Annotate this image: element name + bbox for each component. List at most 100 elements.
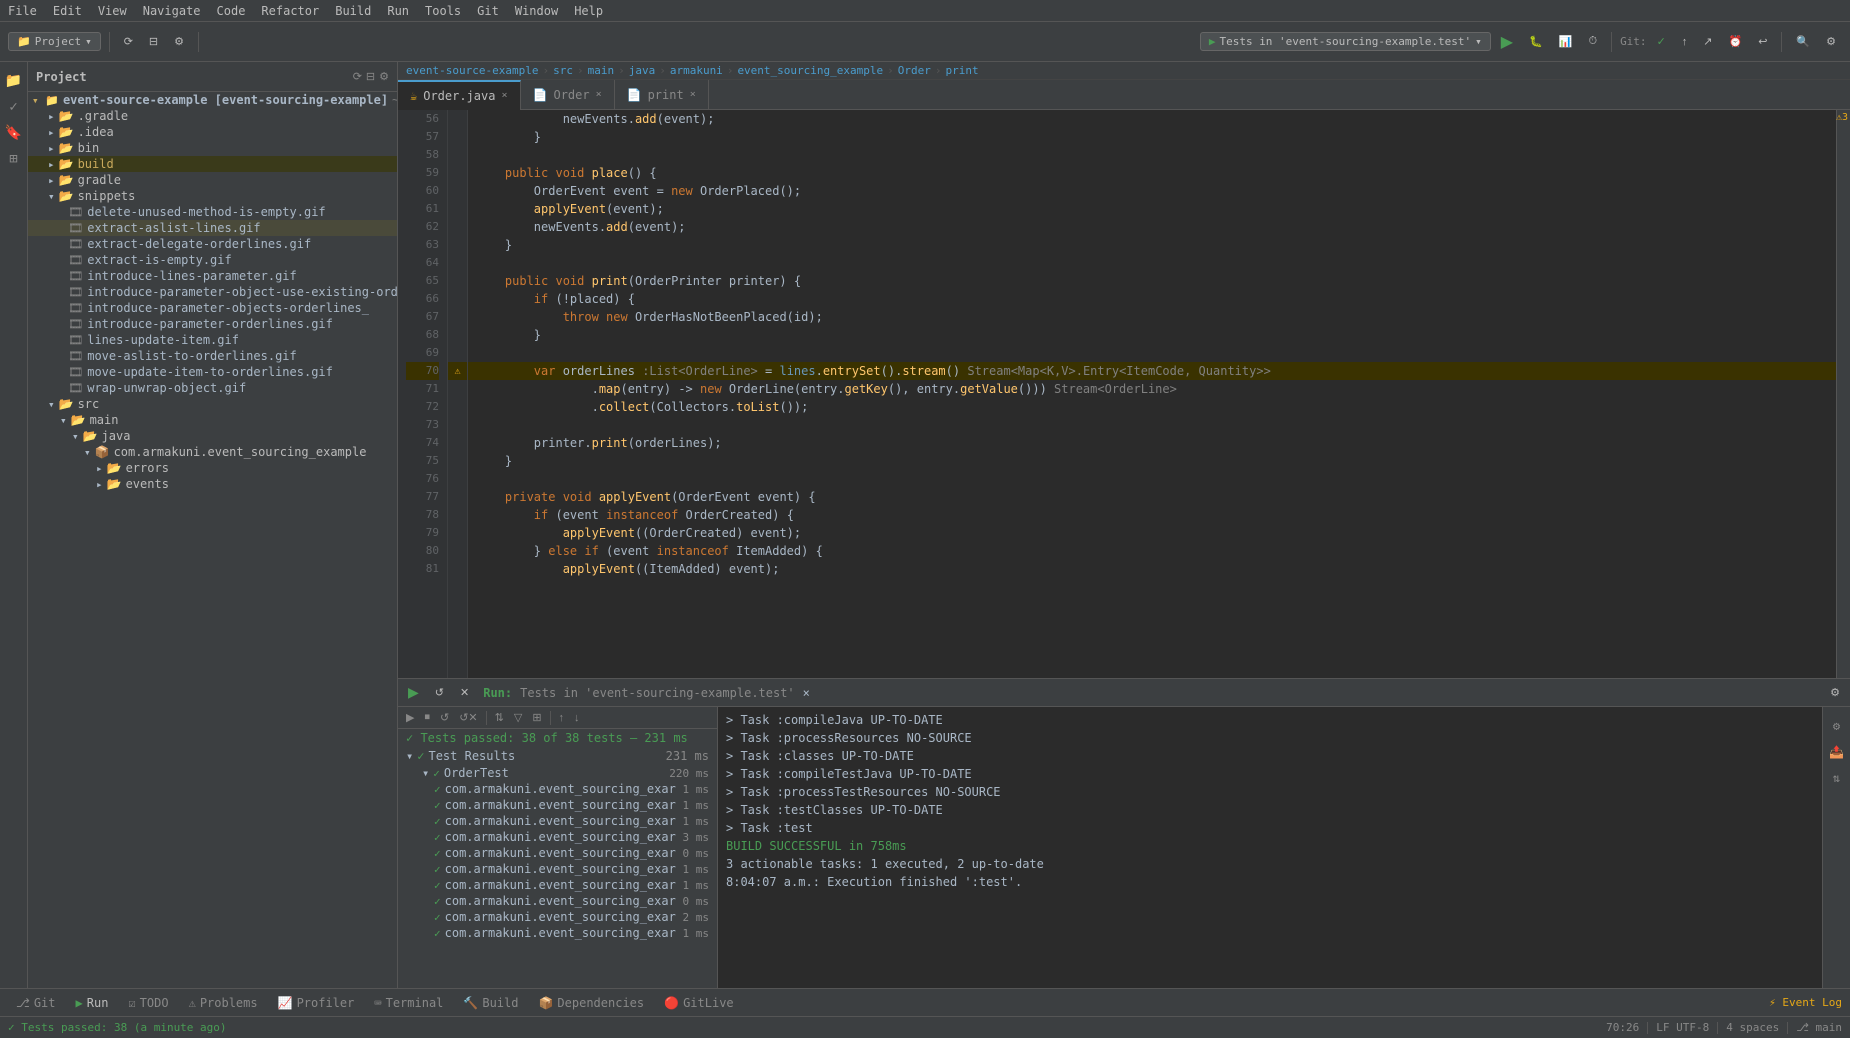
menu-file[interactable]: File [8, 4, 37, 18]
menu-git[interactable]: Git [477, 4, 499, 18]
code-content[interactable]: newEvents.add(event); } public void plac… [468, 110, 1836, 678]
project-view-btn[interactable]: 📁 [3, 70, 25, 92]
test-expand-btn[interactable]: ⊞ [528, 709, 545, 726]
menu-view[interactable]: View [98, 4, 127, 18]
bottom-tab-problems[interactable]: ⚠ Problems [181, 994, 266, 1012]
breadcrumb-java[interactable]: main [588, 64, 615, 77]
commit-btn[interactable]: ✓ [3, 96, 25, 118]
bookmarks-btn[interactable]: 🔖 [3, 122, 25, 144]
tab-order-java-close[interactable]: × [501, 90, 507, 101]
tree-item-bin[interactable]: ▸ 📂 bin [28, 140, 397, 156]
test-item-ordertest[interactable]: ▾ ✓ OrderTest 220 ms [398, 765, 717, 781]
tree-item-src[interactable]: ▾ 📂 src [28, 396, 397, 412]
tree-item-gradle[interactable]: ▸ 📂 .gradle [28, 108, 397, 124]
structure-btn[interactable]: ⊞ [3, 148, 25, 170]
run-rerun-btn[interactable]: ↺ [429, 684, 450, 701]
tree-item-gif2[interactable]: 🎞 extract-aslist-lines.gif [28, 220, 397, 236]
menu-navigate[interactable]: Navigate [143, 4, 201, 18]
test-stop-btn[interactable]: ⏹ [420, 709, 434, 726]
search-btn[interactable]: 🔍 [1790, 33, 1816, 50]
tree-item-gradle2[interactable]: ▸ 📂 gradle [28, 172, 397, 188]
test-subitem-10[interactable]: ✓ com.armakuni.event_sourcing_exar 1 ms [398, 925, 717, 941]
git-revert-btn[interactable]: ↩ [1752, 33, 1773, 50]
coverage-btn[interactable]: 📊 [1553, 33, 1579, 50]
tree-root[interactable]: ▾ 📁 event-source-example [event-sourcing… [28, 92, 397, 108]
tree-item-gif1[interactable]: 🎞 delete-unused-method-is-empty.gif [28, 204, 397, 220]
settings-btn[interactable]: ⚙ [168, 33, 190, 50]
bottom-tab-git[interactable]: ⎇ Git [8, 994, 64, 1012]
tab-print[interactable]: 📄 print × [615, 80, 709, 110]
tree-item-errors[interactable]: ▸ 📂 errors [28, 460, 397, 476]
tab-print-close[interactable]: × [690, 89, 696, 100]
test-subitem-8[interactable]: ✓ com.armakuni.event_sourcing_exar 0 ms [398, 893, 717, 909]
test-subitem-9[interactable]: ✓ com.armakuni.event_sourcing_exar 2 ms [398, 909, 717, 925]
test-rerun-failed-btn[interactable]: ↺✕ [455, 709, 481, 726]
sidebar-sync-btn[interactable]: ⟳ [353, 70, 362, 83]
status-position[interactable]: 70:26 [1606, 1021, 1639, 1034]
breadcrumb-src[interactable]: event-source-example [406, 64, 538, 77]
test-filter-btn[interactable]: ▽ [510, 709, 526, 726]
menu-window[interactable]: Window [515, 4, 558, 18]
tree-item-gif3[interactable]: 🎞 extract-delegate-orderlines.gif [28, 236, 397, 252]
run-configuration[interactable]: ▶ Tests in 'event-sourcing-example.test'… [1200, 32, 1491, 51]
bottom-tab-dependencies[interactable]: 📦 Dependencies [530, 994, 652, 1012]
sidebar-collapse-btn[interactable]: ⊟ [366, 70, 375, 83]
bottom-tab-profiler[interactable]: 📈 Profiler [270, 994, 363, 1012]
bottom-tab-terminal[interactable]: ⌨ Terminal [366, 994, 451, 1012]
sync-btn[interactable]: ⟳ [118, 33, 139, 50]
test-header-root[interactable]: ▾ ✓ Test Results 231 ms [398, 747, 717, 765]
tree-item-gif5[interactable]: 🎞 introduce-lines-parameter.gif [28, 268, 397, 284]
tab-order-java[interactable]: ☕ Order.java × [398, 80, 521, 110]
tree-item-snippets[interactable]: ▾ 📂 snippets [28, 188, 397, 204]
tab-order-close[interactable]: × [596, 89, 602, 100]
settings-gear-btn[interactable]: ⚙ [1820, 33, 1842, 50]
sidebar-settings-btn[interactable]: ⚙ [379, 70, 389, 83]
test-subitem-2[interactable]: ✓ com.armakuni.event_sourcing_exar 1 ms [398, 797, 717, 813]
run-settings-btn[interactable]: ⚙ [1824, 684, 1846, 701]
breadcrumb-order[interactable]: Order [898, 64, 931, 77]
menu-code[interactable]: Code [217, 4, 246, 18]
bottom-tab-run[interactable]: ▶ Run [68, 994, 117, 1012]
menu-tools[interactable]: Tools [425, 4, 461, 18]
breadcrumb-main[interactable]: src [553, 64, 573, 77]
tree-item-gif4[interactable]: 🎞 extract-is-empty.gif [28, 252, 397, 268]
bottom-tab-build[interactable]: 🔨 Build [455, 994, 526, 1012]
right-strip-btn3[interactable]: ⇅ [1826, 767, 1848, 789]
menu-help[interactable]: Help [574, 4, 603, 18]
run-close-x[interactable]: × [803, 686, 810, 700]
profile-btn[interactable]: ⏱ [1582, 33, 1603, 50]
test-run-btn[interactable]: ▶ [402, 709, 418, 726]
tree-item-events[interactable]: ▸ 📂 events [28, 476, 397, 492]
test-subitem-3[interactable]: ✓ com.armakuni.event_sourcing_exar 1 ms [398, 813, 717, 829]
test-subitem-5[interactable]: ✓ com.armakuni.event_sourcing_exar 0 ms [398, 845, 717, 861]
tree-item-gif12[interactable]: 🎞 wrap-unwrap-object.gif [28, 380, 397, 396]
right-strip-btn1[interactable]: ⚙ [1826, 715, 1848, 737]
menu-run[interactable]: Run [387, 4, 409, 18]
tree-item-gif6[interactable]: 🎞 introduce-parameter-object-use-existin… [28, 284, 397, 300]
test-sort-btn[interactable]: ⇅ [491, 709, 508, 726]
bottom-tab-gitlive[interactable]: 🔴 GitLive [656, 994, 742, 1012]
tree-item-idea[interactable]: ▸ 📂 .idea [28, 124, 397, 140]
tree-item-gif10[interactable]: 🎞 move-aslist-to-orderlines.gif [28, 348, 397, 364]
debug-btn[interactable]: 🐛 [1523, 33, 1549, 50]
tree-item-gif7[interactable]: 🎞 introduce-parameter-objects-orderlines… [28, 300, 397, 316]
project-dropdown[interactable]: 📁 Project ▾ [8, 32, 101, 51]
breadcrumb-print[interactable]: print [946, 64, 979, 77]
test-subitem-1[interactable]: ✓ com.armakuni.event_sourcing_exar 1 ms [398, 781, 717, 797]
git-history-btn[interactable]: ⏰ [1723, 33, 1749, 50]
tree-item-main[interactable]: ▾ 📂 main [28, 412, 397, 428]
git-push-btn[interactable]: ↗ [1697, 33, 1718, 50]
menu-edit[interactable]: Edit [53, 4, 82, 18]
tree-item-gif11[interactable]: 🎞 move-update-item-to-orderlines.gif [28, 364, 397, 380]
breadcrumb-event[interactable]: event_sourcing_example [737, 64, 883, 77]
tree-item-gif8[interactable]: 🎞 introduce-parameter-orderlines.gif [28, 316, 397, 332]
tree-item-package[interactable]: ▾ 📦 com.armakuni.event_sourcing_example [28, 444, 397, 460]
git-check-btn[interactable]: ✓ [1651, 33, 1672, 50]
tree-item-java[interactable]: ▾ 📂 java [28, 428, 397, 444]
status-branch[interactable]: ⎇ main [1796, 1021, 1842, 1034]
tree-item-gif9[interactable]: 🎞 lines-update-item.gif [28, 332, 397, 348]
event-log-btn[interactable]: ⚡ Event Log [1769, 996, 1842, 1009]
right-strip-btn2[interactable]: 📤 [1826, 741, 1848, 763]
run-stop-btn[interactable]: ▶ [402, 682, 425, 703]
test-subitem-6[interactable]: ✓ com.armakuni.event_sourcing_exar 1 ms [398, 861, 717, 877]
